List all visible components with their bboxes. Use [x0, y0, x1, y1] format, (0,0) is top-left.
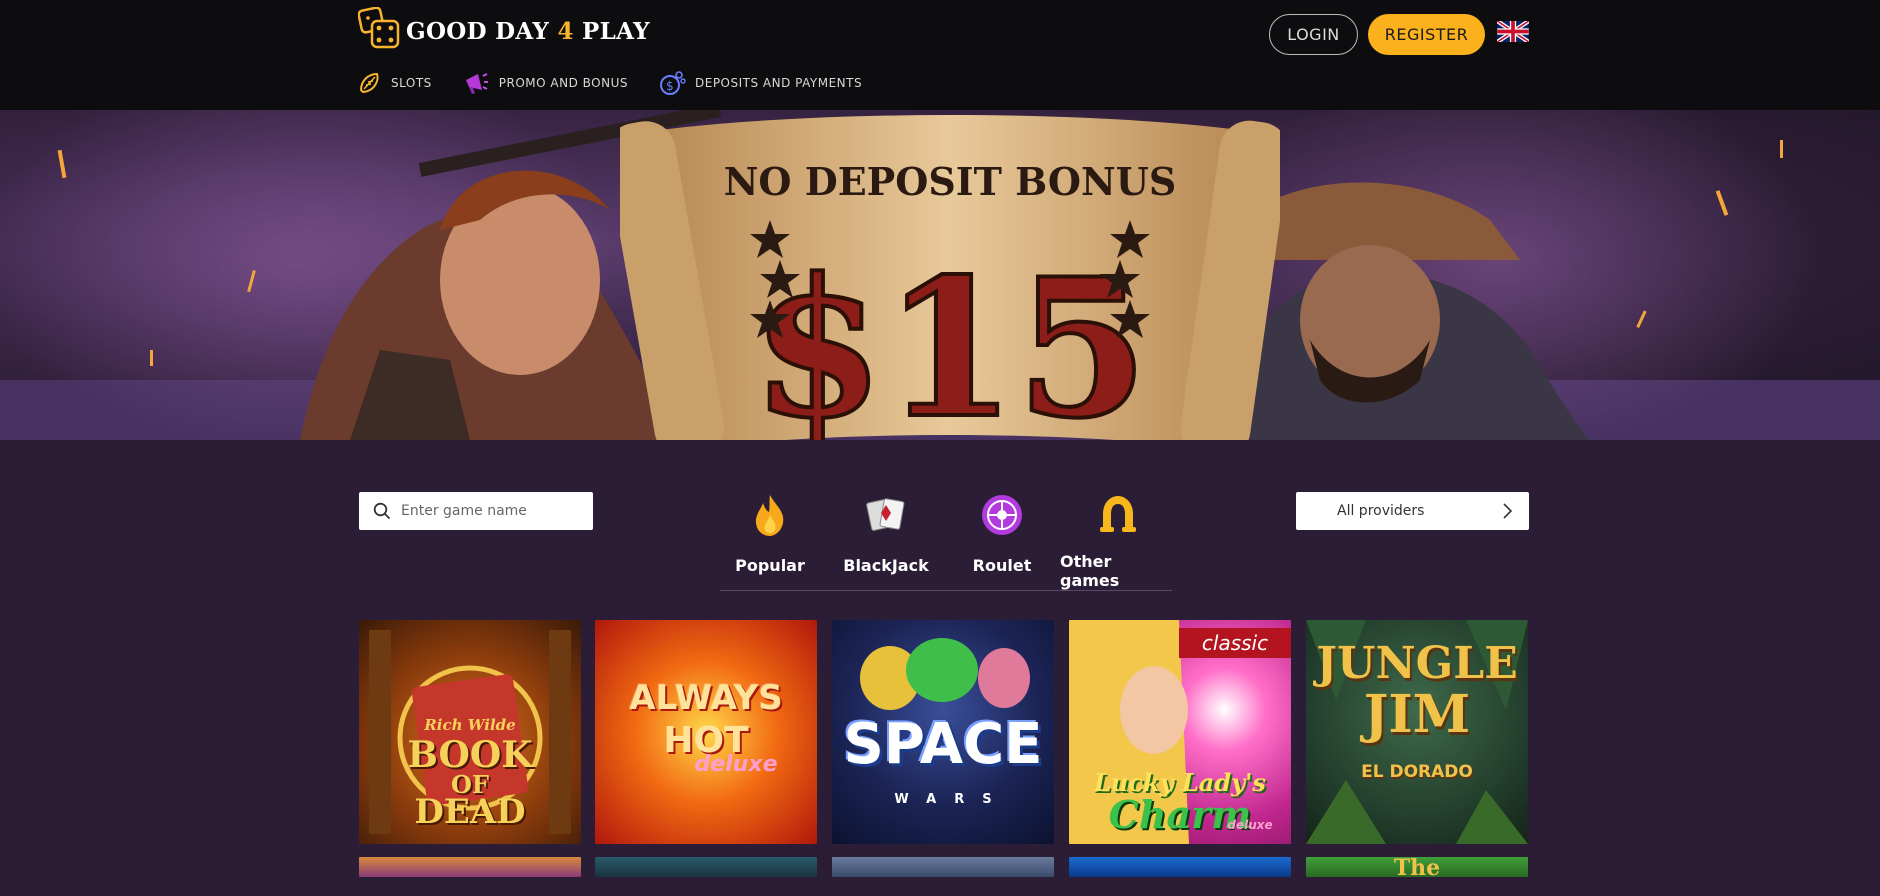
uk-flag-icon[interactable]: [1496, 19, 1530, 44]
search-input[interactable]: [401, 503, 571, 519]
roulette-icon: [982, 495, 1022, 535]
game-tile[interactable]: [359, 857, 581, 877]
category-divider: [720, 590, 1172, 591]
game-title-line: Rich Wilde: [424, 716, 516, 734]
game-tile-book-of-dead[interactable]: Rich Wilde BOOK OF DEAD: [359, 620, 581, 844]
game-tile[interactable]: The: [1306, 857, 1528, 877]
main-nav: SLOTS PROMO AND BONUS $ DEPOSITS AND PAY…: [358, 66, 892, 100]
game-title-line: JUNGLE: [1316, 638, 1518, 689]
nav-item-promo[interactable]: PROMO AND BONUS: [462, 69, 628, 97]
search-icon: [373, 502, 391, 520]
game-search[interactable]: [359, 492, 593, 530]
fire-icon: [755, 495, 784, 536]
site-header: GOOD DAY 4 PLAY LOGIN REGISTER SLOTS PRO…: [0, 0, 1880, 110]
logo-text-part2: 4: [557, 17, 574, 45]
providers-dropdown[interactable]: All providers: [1296, 492, 1529, 530]
tab-label: Other games: [1060, 552, 1120, 590]
megaphone-icon: [465, 73, 488, 94]
category-tabs: Popular BlackJack Roulet Other games: [712, 492, 1176, 590]
game-tile-space-wars[interactable]: SPACE WARS: [832, 620, 1054, 844]
tab-popular[interactable]: Popular: [712, 492, 828, 588]
coins-icon: $: [660, 71, 686, 95]
game-title-line: deluxe: [694, 752, 778, 777]
game-title-line: EL DORADO: [1361, 762, 1473, 782]
game-tile[interactable]: [595, 857, 817, 877]
tab-label: Roulet: [972, 556, 1032, 575]
promo-banner[interactable]: NO DEPOSIT BONUS $15: [0, 110, 1880, 440]
tab-label: BlackJack: [843, 556, 929, 575]
providers-label: All providers: [1337, 503, 1425, 519]
nav-item-label: SLOTS: [391, 76, 432, 90]
bonus-scroll: NO DEPOSIT BONUS $15: [620, 115, 1280, 440]
game-title-line: SPACE: [843, 712, 1043, 777]
logo-text-part3: PLAY: [573, 17, 650, 45]
banner-amount: $15: [752, 237, 1149, 440]
game-title-line: JIM: [1363, 684, 1471, 745]
horseshoe-icon: [1100, 496, 1136, 532]
game-title-line: The: [1393, 857, 1441, 877]
game-tile-always-hot[interactable]: ALWAYS HOT deluxe: [595, 620, 817, 844]
tab-roulet[interactable]: Roulet: [944, 492, 1060, 588]
game-title-line: WARS: [894, 792, 1010, 807]
banner-headline: NO DEPOSIT BONUS: [724, 159, 1177, 204]
tab-other-games[interactable]: Other games: [1060, 492, 1176, 590]
nav-item-label: DEPOSITS AND PAYMENTS: [695, 76, 863, 90]
site-logo[interactable]: GOOD DAY 4 PLAY: [357, 6, 650, 49]
game-tile-jungle-jim[interactable]: JUNGLE JIM EL DORADO: [1306, 620, 1528, 844]
login-button[interactable]: LOGIN: [1269, 14, 1358, 55]
game-tile-lucky-ladys-charm[interactable]: classic Lucky Lady's Charm deluxe: [1069, 620, 1291, 844]
chevron-right-icon: [1503, 503, 1513, 519]
svg-text:$: $: [666, 79, 674, 93]
lemon-icon: [359, 72, 379, 94]
logo-text: GOOD DAY 4 PLAY: [406, 18, 650, 45]
nav-item-slots[interactable]: SLOTS: [358, 71, 432, 95]
dice-icon: [357, 6, 402, 49]
game-tile[interactable]: [832, 857, 1054, 877]
game-title-line: ALWAYS: [629, 678, 783, 718]
game-badge: classic: [1179, 628, 1291, 658]
game-title-line: DEAD: [414, 792, 526, 832]
logo-text-part1: GOOD DAY: [406, 17, 558, 45]
game-title-line: deluxe: [1227, 818, 1273, 832]
register-button[interactable]: REGISTER: [1368, 14, 1485, 55]
tab-blackjack[interactable]: BlackJack: [828, 492, 944, 588]
nav-item-deposits[interactable]: $ DEPOSITS AND PAYMENTS: [658, 69, 862, 97]
cards-icon: [866, 498, 905, 531]
game-tile[interactable]: [1069, 857, 1291, 877]
tab-label: Popular: [735, 556, 805, 575]
nav-item-label: PROMO AND BONUS: [498, 76, 628, 90]
